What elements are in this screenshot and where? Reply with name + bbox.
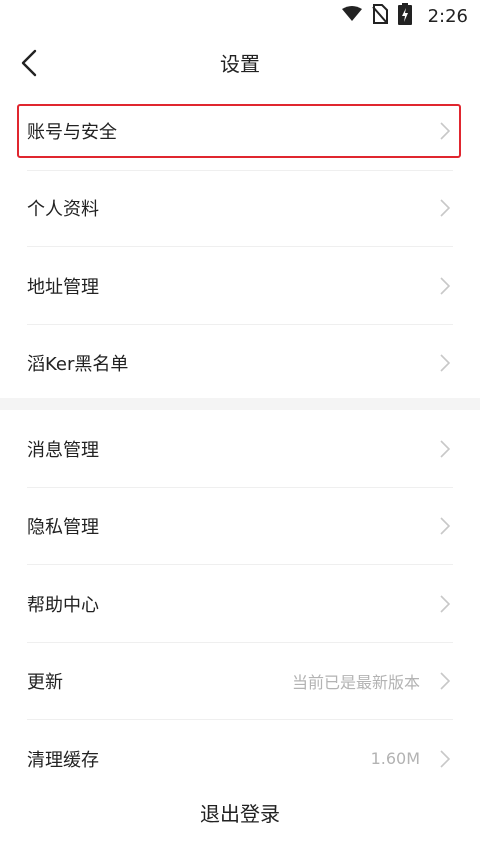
settings-item-label: 滔Ker黑名单: [27, 354, 129, 376]
settings-item-help[interactable]: 帮助中心: [0, 565, 480, 643]
logout-button[interactable]: 退出登录: [0, 790, 480, 834]
settings-item-label: 账号与安全: [27, 121, 117, 143]
chevron-right-icon: [440, 672, 454, 690]
page-title: 设置: [220, 52, 260, 76]
divider: [27, 169, 453, 171]
battery-charging-icon: [397, 3, 412, 29]
settings-item-account-security[interactable]: 账号与安全: [0, 92, 480, 170]
chevron-right-icon: [440, 277, 454, 295]
settings-item-blacklist[interactable]: 滔Ker黑名单: [0, 325, 480, 403]
chevron-right-icon: [440, 354, 454, 372]
nav-bar: 设置: [0, 32, 480, 92]
cache-size: 1.60M: [370, 749, 420, 769]
wifi-icon: [341, 6, 362, 26]
settings-item-label: 清理缓存: [27, 749, 99, 771]
status-time: 2:26: [427, 5, 468, 27]
settings-item-label: 隐私管理: [27, 517, 99, 539]
settings-item-label: 帮助中心: [27, 594, 99, 616]
settings-group-general: 消息管理 隐私管理 帮助中心 更新 当前已是最新版本 清理缓存 1.60M: [0, 410, 480, 798]
no-sim-icon: [371, 4, 388, 28]
settings-item-profile[interactable]: 个人资料: [0, 169, 480, 247]
settings-item-messages[interactable]: 消息管理: [0, 410, 480, 488]
settings-item-label: 个人资料: [27, 199, 99, 221]
chevron-right-icon: [440, 517, 454, 535]
status-bar: 2:26: [0, 0, 480, 32]
chevron-right-icon: [440, 440, 454, 458]
settings-item-label: 地址管理: [27, 276, 99, 298]
update-status: 当前已是最新版本: [291, 673, 420, 693]
settings-item-label: 更新: [27, 672, 63, 694]
settings-item-label: 消息管理: [27, 439, 99, 461]
settings-item-clear-cache[interactable]: 清理缓存 1.60M: [0, 720, 480, 798]
chevron-right-icon: [440, 750, 454, 768]
settings-group-account: 账号与安全 个人资料 地址管理 滔Ker黑名单: [0, 92, 480, 402]
settings-item-update[interactable]: 更新 当前已是最新版本: [0, 643, 480, 720]
settings-item-privacy[interactable]: 隐私管理: [0, 488, 480, 565]
chevron-right-icon: [440, 595, 454, 613]
settings-item-address[interactable]: 地址管理: [0, 247, 480, 325]
chevron-right-icon: [440, 122, 454, 140]
group-separator: [0, 398, 480, 410]
chevron-right-icon: [440, 199, 454, 217]
